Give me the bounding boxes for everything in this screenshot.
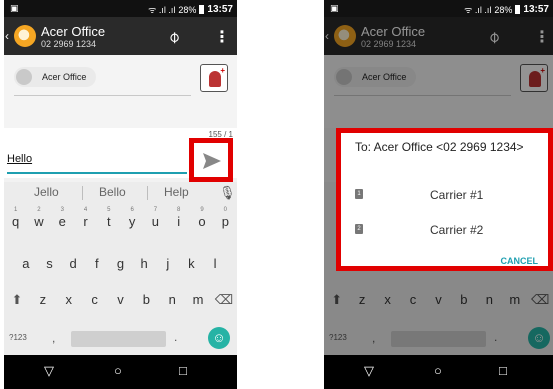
sim-option-2[interactable]: 2 Carrier #2 [355,221,535,239]
message-input[interactable]: Hello [7,153,32,165]
wifi-signal-icon: ᯤ .ıl .ıl [148,5,176,15]
status-bar: ▣ ᯤ .ıl .ıl 28% 13:57 [324,0,553,17]
status-bar: ▣ ᯤ .ıl .ıl 28% 13:57 [4,0,237,17]
space-key[interactable] [71,331,166,347]
key-a[interactable]: a [16,256,36,271]
period-key[interactable]: . [174,330,177,344]
emoji-icon[interactable]: ☺ [208,327,230,349]
battery-icon [199,5,205,14]
backspace-icon[interactable]: ⌫ [214,292,234,308]
key-e[interactable]: 3e [52,207,72,229]
sim-icon: 2 [355,224,363,234]
chip-avatar [16,69,32,85]
suggestion-strip: Jello Bello Help 🎙 [4,182,237,204]
nav-home-icon[interactable]: ○ [434,363,442,378]
cancel-button[interactable]: CANCEL [501,256,539,266]
contact-avatar[interactable] [14,25,36,47]
status-time: 13:57 [523,4,549,15]
key-u[interactable]: 7u [145,207,165,229]
nav-recents-icon[interactable]: □ [179,363,187,378]
back-icon[interactable]: ‹ [5,29,9,43]
key-d[interactable]: d [63,256,83,271]
key-row-1: 1q 2w 3e 4r 5t 6y 7u 8i 9o 0p [4,207,237,229]
sim-option-label: Carrier #1 [430,188,484,202]
notification-icon: ▣ [330,3,339,13]
key-t[interactable]: 5t [99,207,119,229]
key-z[interactable]: z [33,292,53,308]
contact-card-icon[interactable]: + [200,64,228,92]
recipient-chip[interactable]: Acer Office [14,67,97,87]
key-o[interactable]: 9o [192,207,212,229]
recipient-chip-label: Acer Office [42,72,87,82]
suggestion-3[interactable]: Help [164,185,189,199]
overflow-icon[interactable]: ⋮ [214,27,230,47]
key-p[interactable]: 0p [215,207,235,229]
key-y[interactable]: 6y [122,207,142,229]
contact-number: 02 2969 1234 [41,39,97,49]
key-row-bottom: ?123 , . ☺ [4,327,237,353]
contact-name: Acer Office [41,24,106,39]
battery-level: 28% [494,4,513,15]
nav-back-icon[interactable]: ▽ [44,363,54,379]
shift-icon[interactable]: ⬆ [7,292,27,308]
key-r[interactable]: 4r [76,207,96,229]
key-l[interactable]: l [205,256,225,271]
dialog-title: To: Acer Office <02 2969 1234> [355,140,524,154]
key-row-2: a s d f g h j k l [4,256,237,271]
nav-bar: ▽ ○ □ [4,355,237,389]
key-b[interactable]: b [136,292,156,308]
sim-option-label: Carrier #2 [430,223,484,237]
phone-compose-screen: ▣ ᯤ .ıl .ıl 28% 13:57 ‹ Acer Office 02 2… [4,0,237,389]
phone-sim-select-screen: ▣ ᯤ .ıl .ıl 28% 13:57 ‹ Acer Office 02 2… [324,0,553,389]
status-time: 13:57 [207,4,233,15]
mic-icon[interactable]: 🎙 [219,185,236,201]
recipient-divider [14,95,191,96]
sim-option-1[interactable]: 1 Carrier #1 [355,186,535,204]
key-m[interactable]: m [188,292,208,308]
send-icon [203,153,221,169]
sim-icon: 1 [355,189,363,199]
message-input-underline [7,172,187,174]
comma-key[interactable]: , [52,331,55,345]
key-j[interactable]: j [158,256,178,271]
key-x[interactable]: x [59,292,79,308]
send-button[interactable] [189,138,233,182]
key-c[interactable]: c [85,292,105,308]
battery-level: 28% [178,4,197,15]
key-i[interactable]: 8i [169,207,189,229]
attach-icon[interactable]: ⌀ [163,27,184,48]
key-n[interactable]: n [162,292,182,308]
key-w[interactable]: 2w [29,207,49,229]
app-bar: ‹ Acer Office 02 2969 1234 ⌀ ⋮ [4,17,237,55]
key-k[interactable]: k [181,256,201,271]
key-g[interactable]: g [110,256,130,271]
key-v[interactable]: v [110,292,130,308]
sim-select-dialog: To: Acer Office <02 2969 1234> 1 Carrier… [336,128,553,271]
key-q[interactable]: 1q [6,207,26,229]
keyboard: Jello Bello Help 🎙 1q 2w 3e 4r 5t 6y 7u … [4,182,237,355]
key-h[interactable]: h [134,256,154,271]
nav-recents-icon[interactable]: □ [499,363,507,378]
symbols-key[interactable]: ?123 [9,333,27,342]
battery-icon [515,5,521,14]
suggestion-1[interactable]: Jello [34,185,59,199]
nav-back-icon[interactable]: ▽ [364,363,374,379]
suggestion-2[interactable]: Bello [99,185,126,199]
nav-home-icon[interactable]: ○ [114,363,122,378]
wifi-signal-icon: ᯤ .ıl .ıl [464,5,492,15]
key-s[interactable]: s [39,256,59,271]
recipient-area: Acer Office + [4,55,237,128]
key-row-3: ⬆ z x c v b n m ⌫ [4,292,237,308]
key-f[interactable]: f [87,256,107,271]
notification-icon: ▣ [10,3,19,13]
nav-bar: ▽ ○ □ [324,355,553,389]
